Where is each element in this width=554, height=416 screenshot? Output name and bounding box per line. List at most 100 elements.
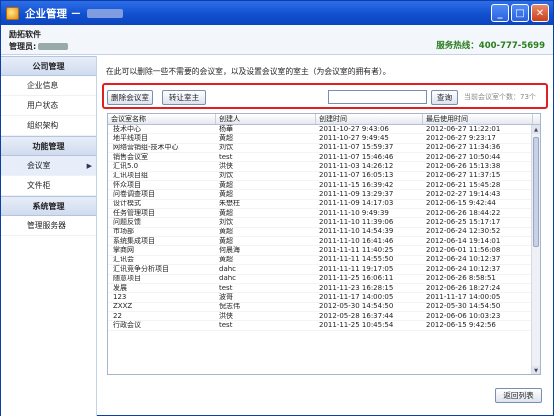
cell-created-time: 2012-05-30 14:54:50 [319, 302, 394, 311]
cell-creator: dahc [219, 274, 237, 283]
delete-meeting-room-button[interactable]: 删除会议室 [107, 90, 153, 105]
hotline: 服务热线：400-777-5699 [436, 41, 545, 51]
cell-creator: 刘饮 [219, 143, 233, 152]
cell-creator: dahc [219, 265, 237, 273]
table-header: 会议室名称 创建人 创建时间 最后使用时间 [108, 114, 540, 125]
table-row[interactable]: 技术中心 杨華 2011-10-27 9:43:06 2012-06-27 11:22… [108, 125, 533, 135]
sidebar-item-org-structure[interactable]: 组织架构 [1, 116, 96, 136]
cell-last-used-time: 2012-06-15 9:42:44 [426, 199, 496, 208]
admin-label: 管理员: [9, 41, 69, 52]
cell-room-name: 发展 [113, 283, 127, 292]
column-header-name[interactable]: 会议室名称 [108, 114, 216, 124]
table-row[interactable]: 汇讯项目组 刘饮 2011-11-07 16:05:13 2012-06-27 11:… [108, 171, 533, 182]
table-row[interactable]: 网络营销组-技术中心 刘饮 2011-11-07 15:59:37 2012-06-2… [108, 143, 533, 154]
cell-last-used-time: 2012-06-06 10:03:23 [426, 311, 501, 320]
cell-created-time: 2011-11-07 15:59:37 [319, 143, 394, 152]
table-row[interactable]: 销售会议室 test 2011-11-07 15:46:46 2012-06-27 1… [108, 153, 533, 163]
table-row[interactable]: 发展 test 2011-11-23 16:28:15 2012-06-26 18:2… [108, 283, 533, 294]
cell-creator: 黄超 [219, 181, 233, 189]
cell-last-used-time: 2012-06-24 10:12:37 [426, 265, 501, 273]
cell-last-used-time: 2012-06-24 12:30:52 [426, 227, 501, 236]
column-header-created[interactable]: 创建时间 [316, 114, 423, 124]
cell-last-used-time: 2012-06-26 15:13:38 [426, 162, 501, 171]
table-row[interactable]: 22 洪侠 2012-05-28 16:37:44 2012-06-06 10:03:… [108, 311, 533, 322]
cell-created-time: 2012-05-28 16:37:44 [319, 311, 394, 320]
scroll-up-icon[interactable]: ▲ [532, 125, 540, 134]
cell-created-time: 2011-11-03 14:26:12 [319, 162, 394, 171]
cell-room-name: 设计模式 [113, 199, 141, 208]
table-row[interactable]: 问卷调查项目 黄超 2011-11-09 13:29:37 2012-02-27 19… [108, 190, 533, 200]
cell-room-name: 市场部 [113, 227, 134, 236]
cell-room-name: ZXXZ [113, 302, 133, 311]
cell-creator: 黄超 [219, 209, 233, 217]
cell-room-name: 技术中心 [113, 125, 141, 133]
table-body: 技术中心 杨華 2011-10-27 9:43:06 2012-06-27 11:22… [108, 125, 533, 331]
sidebar-item-company-info[interactable]: 企业信息 [1, 76, 96, 96]
table-row[interactable]: 怀众项目 黄超 2011-11-15 16:39:42 2012-06-21 15:4… [108, 181, 533, 191]
cell-last-used-time: 2012-06-27 11:37:15 [426, 171, 501, 180]
column-header-creator[interactable]: 创建人 [216, 114, 316, 124]
minimize-button[interactable]: _ [491, 4, 509, 22]
cell-room-name: 22 [113, 311, 122, 320]
sidebar-item-meeting-room[interactable]: 会议室 ▶ [1, 156, 96, 176]
search-input[interactable] [328, 90, 427, 104]
scroll-down-icon[interactable]: ▼ [532, 366, 540, 374]
column-header-last-used[interactable]: 最后使用时间 [423, 114, 533, 124]
maximize-button[interactable]: □ [511, 4, 529, 22]
cell-last-used-time: 2012-06-14 19:14:01 [426, 237, 501, 245]
table-row[interactable]: 地平线项目 黄超 2011-10-27 9:49:45 2012-06-27 9:23… [108, 134, 533, 144]
sidebar-section-system[interactable]: 系统管理 [1, 196, 96, 216]
cell-room-name: 汇讯竞争分析项目 [113, 265, 169, 273]
table-scrollbar[interactable]: ▲ ▼ [531, 125, 540, 374]
company-name: 励拓软件 [9, 30, 41, 39]
cell-last-used-time: 2012-02-27 19:14:43 [426, 190, 501, 199]
cell-room-name: 问卷调查项目 [113, 190, 155, 199]
cell-last-used-time: 2012-06-26 8:58:51 [426, 274, 496, 283]
close-button[interactable]: ✕ [531, 4, 549, 22]
sidebar-section-company[interactable]: 公司管理 [1, 56, 96, 76]
cell-creator: 倪志伟 [219, 302, 240, 311]
cell-room-name: 任务管理项目 [113, 209, 155, 217]
table-row[interactable]: 汇讯竞争分析项目 dahc 2011-11-11 19:17:05 2012-06-2… [108, 265, 533, 275]
table-row[interactable]: 123 波哥 2011-11-17 14:00:05 2011-11-17 14:00… [108, 293, 533, 303]
cell-last-used-time: 2012-06-27 9:23:17 [426, 134, 496, 143]
cell-last-used-time: 2012-06-27 11:22:01 [426, 125, 501, 133]
table-row[interactable]: 问题反馈 刘饮 2011-11-10 11:39:06 2012-06-25 15:1… [108, 218, 533, 228]
scroll-thumb[interactable] [533, 137, 539, 247]
table-row[interactable]: 随意项目 dahc 2011-11-25 16:06:11 2012-06-26 8:… [108, 275, 533, 284]
table-row[interactable]: ZXXZ 倪志伟 2012-05-30 14:54:50 2012-05-30 14:… [108, 303, 533, 312]
sidebar-item-server[interactable]: 管理服务器 [1, 216, 96, 236]
cell-created-time: 2011-10-27 9:43:06 [319, 125, 389, 133]
sidebar-item-file-cabinet[interactable]: 文件柜 [1, 176, 96, 196]
cell-room-name: 系统集成项目 [113, 237, 155, 245]
cell-creator: 黄超 [219, 237, 233, 245]
title-bar[interactable]: 企业管理 － _ □ ✕ [1, 1, 553, 25]
cell-room-name: 地平线项目 [113, 134, 148, 143]
table-row[interactable]: 任务管理项目 黄超 2011-11-10 9:49:39 2012-06-26 18:… [108, 209, 533, 219]
table-row[interactable]: 行政会议 test 2011-11-25 10:45:54 2012-06-15 9:… [108, 321, 533, 331]
table-row[interactable]: 系统集成项目 黄超 2011-11-10 16:41:46 2012-06-14 19… [108, 237, 533, 247]
window-controls: _ □ ✕ [491, 4, 549, 22]
back-to-list-button[interactable]: 返回列表 [495, 388, 542, 403]
page-description: 在此可以删除一些不需要的会议室，以及设置会议室的室主（为会议室的拥有者）。 [106, 67, 391, 76]
cell-created-time: 2011-11-23 16:28:15 [319, 283, 394, 292]
chevron-right-icon: ▶ [86, 161, 92, 170]
transfer-owner-button[interactable]: 转让室主 [162, 90, 206, 105]
cell-last-used-time: 2012-06-27 11:34:36 [426, 143, 501, 152]
cell-last-used-time: 2012-06-26 18:27:24 [426, 283, 501, 292]
cell-last-used-time: 2011-11-17 14:00:05 [426, 293, 501, 301]
main-panel: 在此可以删除一些不需要的会议室，以及设置会议室的室主（为会议室的拥有者）。 删除… [98, 56, 553, 416]
redacted-title-block [87, 8, 124, 18]
table-row[interactable]: 掌商网 何晨海 2011-11-11 11:40:25 2012-06-01 11:5… [108, 246, 533, 256]
sidebar-section-function[interactable]: 功能管理 [1, 136, 96, 156]
sidebar-item-user-status[interactable]: 用户状态 [1, 96, 96, 116]
table-row[interactable]: 设计模式 朱懋柱 2011-11-09 14:17:03 2012-06-15 9:4… [108, 199, 533, 210]
cell-created-time: 2011-11-11 19:17:05 [319, 265, 394, 273]
search-button[interactable]: 查询 [431, 90, 458, 105]
table-row[interactable]: 市场部 黄超 2011-11-10 14:54:39 2012-06-24 12:30… [108, 227, 533, 238]
cell-room-name: 汇讯项目组 [113, 171, 148, 180]
table-row[interactable]: 汇讯会 黄超 2011-11-11 14:55:50 2012-06-24 10:12… [108, 256, 533, 266]
cell-creator: 洪侠 [219, 311, 233, 320]
cell-last-used-time: 2012-06-26 18:44:22 [426, 209, 501, 217]
table-row[interactable]: 汇讯5.0 洪侠 2011-11-03 14:26:12 2012-06-26 15:… [108, 162, 533, 172]
